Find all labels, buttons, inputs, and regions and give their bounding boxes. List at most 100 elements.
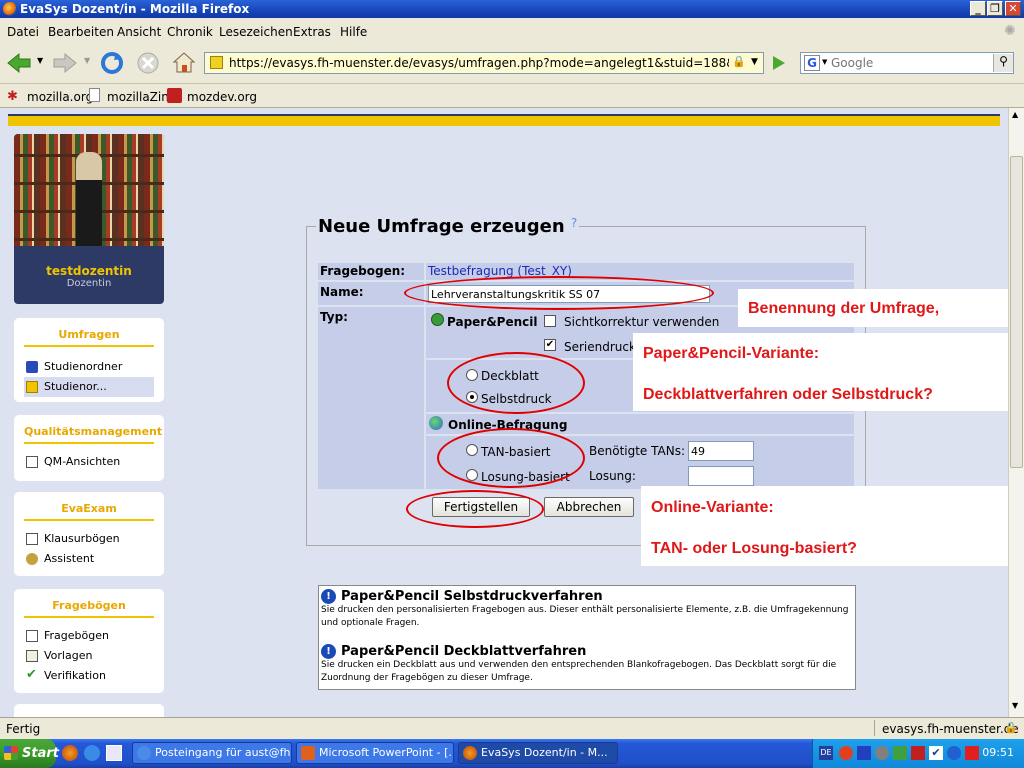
menu-chronik[interactable]: Chronik bbox=[167, 25, 213, 39]
maximize-button[interactable]: ❐ bbox=[987, 1, 1003, 16]
search-engine-dropdown-icon[interactable]: ▼ bbox=[822, 58, 827, 66]
tans-input[interactable] bbox=[688, 441, 754, 461]
tans-label: Benötigte TANs: bbox=[589, 444, 685, 458]
sidebar-umfragen: Umfragen Studienordner Studienor... bbox=[14, 318, 164, 402]
reload-icon[interactable] bbox=[100, 51, 124, 75]
name-label: Name: bbox=[320, 285, 364, 299]
tray-network-icon[interactable] bbox=[875, 746, 889, 760]
highlight-ellipse-online bbox=[437, 428, 585, 488]
menu-extras[interactable]: Extras bbox=[293, 25, 331, 39]
system-tray: DE ✔ 09:51 bbox=[812, 739, 1024, 768]
losung-input[interactable] bbox=[688, 466, 754, 486]
stop-icon[interactable] bbox=[136, 51, 160, 75]
forward-arrow-icon[interactable] bbox=[52, 52, 78, 74]
url-dropdown-icon[interactable]: ▼ bbox=[751, 57, 758, 67]
url-bar[interactable]: https://evasys.fh-muenster.de/evasys/umf… bbox=[204, 52, 764, 74]
tray-check-icon[interactable]: ✔ bbox=[929, 746, 943, 760]
sidebar-heading-umfragen: Umfragen bbox=[24, 318, 154, 347]
quicklaunch-mail-icon[interactable] bbox=[84, 745, 100, 761]
seriendruck-checkbox[interactable]: ✔ bbox=[544, 339, 556, 351]
windows-logo-icon bbox=[4, 746, 18, 760]
sidebar-item-studienor-active[interactable]: Studienor... bbox=[24, 377, 154, 397]
sidebar-item-frageboegen[interactable]: Fragebögen bbox=[14, 626, 164, 646]
status-lock-icon[interactable]: 🔒 bbox=[1004, 721, 1018, 734]
help-icon[interactable]: ? bbox=[571, 216, 577, 230]
info-heading-deckblatt: Paper&Pencil Deckblattverfahren bbox=[341, 644, 587, 659]
window-title: EvaSys Dozent/in - Mozilla Firefox bbox=[20, 2, 250, 16]
site-favicon-icon bbox=[210, 56, 223, 69]
scroll-down-icon[interactable]: ▼ bbox=[1012, 701, 1018, 710]
go-arrow-icon[interactable] bbox=[769, 54, 787, 72]
back-dropdown-icon[interactable]: ▼ bbox=[37, 56, 43, 65]
google-icon[interactable]: G bbox=[804, 55, 820, 71]
tray-update-icon[interactable] bbox=[947, 746, 961, 760]
task-posteingang[interactable]: Posteingang für aust@fh... bbox=[132, 742, 292, 764]
bookmarks-toolbar: ✱ mozilla.org mozillaZine mozdev.org bbox=[0, 84, 1024, 108]
highlight-ellipse-fertigstellen bbox=[406, 490, 544, 528]
forward-dropdown-icon[interactable]: ▼ bbox=[84, 56, 90, 65]
search-box[interactable]: G ▼ ⚲ bbox=[800, 52, 1014, 74]
taskbar: Start Posteingang für aust@fh... Microso… bbox=[0, 739, 1024, 768]
globe-icon bbox=[429, 416, 443, 430]
callout-online: Online-Variante: TAN- oder Losung-basier… bbox=[641, 486, 1008, 566]
status-domain: evasys.fh-muenster.de bbox=[882, 722, 1019, 736]
abbrechen-button[interactable]: Abbrechen bbox=[544, 497, 634, 517]
sidebar-item-assistent[interactable]: Assistent bbox=[14, 549, 164, 569]
callout-benennung: Benennung der Umfrage, bbox=[738, 289, 1008, 327]
paper-pencil-label: Paper&Pencil bbox=[447, 315, 538, 329]
minimize-button[interactable]: _ bbox=[970, 1, 986, 16]
back-arrow-icon[interactable] bbox=[6, 52, 32, 74]
scroll-up-icon[interactable]: ▲ bbox=[1012, 110, 1018, 119]
scrollbar-thumb[interactable] bbox=[1010, 156, 1023, 468]
tray-volume-icon[interactable] bbox=[965, 746, 979, 760]
tray-alert-icon[interactable] bbox=[911, 746, 925, 760]
search-icon[interactable]: ⚲ bbox=[993, 54, 1013, 72]
search-input[interactable] bbox=[831, 55, 989, 71]
quicklaunch-firefox-icon[interactable] bbox=[62, 745, 78, 761]
folder-icon bbox=[26, 361, 38, 373]
close-button[interactable]: ✕ bbox=[1005, 1, 1021, 16]
sidebar-item-vorlagen[interactable]: Vorlagen bbox=[14, 646, 164, 666]
menu-datei[interactable]: Datei bbox=[7, 25, 39, 39]
checkmark-icon: ✔ bbox=[26, 667, 37, 682]
vertical-scrollbar[interactable]: ▲ ▼ bbox=[1008, 108, 1024, 717]
form-edit-icon bbox=[26, 630, 38, 642]
lock-icon[interactable]: 🔒 bbox=[732, 55, 746, 68]
sichtkorrektur-checkbox[interactable] bbox=[544, 315, 556, 327]
bookmark-mozillazine[interactable]: mozillaZine bbox=[107, 90, 176, 104]
sidebar-item-qm-ansichten[interactable]: QM-Ansichten bbox=[14, 452, 164, 472]
tray-app-icon[interactable] bbox=[839, 746, 853, 760]
tray-media-icon[interactable] bbox=[857, 746, 871, 760]
menu-hilfe[interactable]: Hilfe bbox=[340, 25, 367, 39]
sidebar-qualitaetsmanagement: Qualitätsmanagement QM-Ansichten bbox=[14, 415, 164, 481]
sidebar-heading-frageboegen: Fragebögen bbox=[24, 589, 154, 618]
task-powerpoint[interactable]: Microsoft PowerPoint - [... bbox=[296, 742, 454, 764]
firefox-icon bbox=[3, 2, 17, 16]
task-evasys-firefox[interactable]: EvaSys Dozent/in - M... bbox=[458, 742, 618, 764]
info-icon: ! bbox=[321, 644, 336, 659]
wizard-icon bbox=[26, 553, 38, 565]
paper-pencil-icon bbox=[431, 313, 444, 326]
menu-bearbeiten[interactable]: Bearbeiten bbox=[48, 25, 114, 39]
start-button[interactable]: Start bbox=[0, 739, 59, 768]
menu-ansicht[interactable]: Ansicht bbox=[117, 25, 161, 39]
home-icon[interactable] bbox=[172, 50, 196, 74]
info-text-deckblatt: Sie drucken ein Deckblatt aus und verwen… bbox=[321, 660, 837, 683]
profile-role: Dozentin bbox=[66, 278, 112, 289]
sidebar-item-studienordner[interactable]: Studienordner bbox=[14, 357, 164, 377]
status-text: Fertig bbox=[6, 722, 41, 736]
bookmark-mozdev-org[interactable]: mozdev.org bbox=[187, 90, 257, 104]
typ-label-cell: Typ: bbox=[318, 307, 424, 489]
typ-label: Typ: bbox=[320, 310, 348, 324]
fragebogen-label: Fragebogen: bbox=[320, 264, 406, 278]
sidebar-item-klausurboegen[interactable]: Klausurbögen bbox=[14, 529, 164, 549]
sidebar-frageboegen: Fragebögen Fragebögen Vorlagen ✔ Verifik… bbox=[14, 589, 164, 693]
page-icon bbox=[89, 88, 100, 102]
menu-lesezeichen[interactable]: Lesezeichen bbox=[219, 25, 293, 39]
bookmark-mozilla-org[interactable]: mozilla.org bbox=[27, 90, 93, 104]
tray-security-icon[interactable] bbox=[893, 746, 907, 760]
quicklaunch-desktop-icon[interactable] bbox=[106, 745, 122, 761]
menu-bar: Datei Bearbeiten Ansicht Chronik Lesezei… bbox=[0, 18, 1024, 44]
sidebar-item-verifikation[interactable]: ✔ Verifikation bbox=[14, 666, 164, 686]
language-de-icon[interactable]: DE bbox=[819, 746, 833, 760]
